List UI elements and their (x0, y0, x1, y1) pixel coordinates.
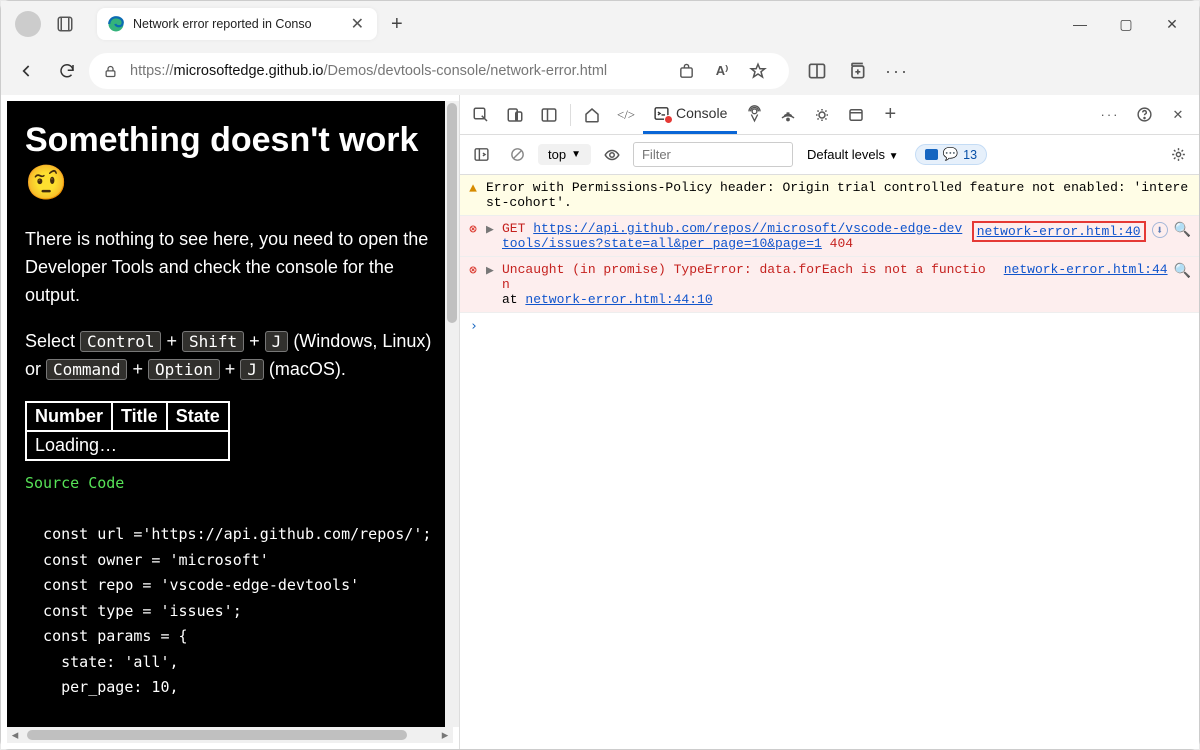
kbd-control: Control (80, 331, 161, 352)
window-minimize-button[interactable]: — (1057, 4, 1103, 44)
dock-icon[interactable] (532, 98, 566, 132)
log-levels-selector[interactable]: Default levels ▼ (807, 147, 899, 162)
expand-icon[interactable]: ▶ (486, 262, 496, 278)
tab-title: Network error reported in Conso (133, 17, 348, 31)
welcome-tab-icon[interactable] (575, 98, 609, 132)
console-prompt[interactable]: › (460, 313, 1199, 340)
search-icon[interactable]: 🔍 (1174, 263, 1191, 280)
lock-icon[interactable] (103, 64, 118, 79)
page-scrollbar-vertical[interactable] (445, 101, 459, 727)
toggle-sidebar-icon[interactable] (466, 140, 496, 170)
collections-icon[interactable] (839, 53, 875, 89)
console-toolbar: top▼ Default levels ▼ 💬13 (460, 135, 1199, 175)
tab-close-icon[interactable]: ✕ (348, 14, 367, 34)
back-button[interactable] (9, 53, 45, 89)
application-tab-icon[interactable] (839, 98, 873, 132)
add-tab-icon[interactable]: + (873, 98, 907, 132)
profile-avatar[interactable] (15, 11, 41, 37)
read-aloud-icon[interactable]: A⁾ (705, 54, 739, 88)
devtools-tabbar: </> Console + ··· ✕ (460, 95, 1199, 135)
window-titlebar: Network error reported in Conso ✕ + — ▢ … (1, 1, 1199, 47)
devtools-more-icon[interactable]: ··· (1093, 98, 1127, 132)
warning-icon: ▲ (466, 180, 480, 196)
shopping-icon[interactable] (669, 54, 703, 88)
error-icon: ⊗ (466, 262, 480, 278)
issue-badge-icon[interactable]: ⬇ (1152, 222, 1168, 238)
kbd-j: J (265, 331, 289, 352)
console-error-row[interactable]: ⊗ ▶ GET https://api.github.com/repos//mi… (460, 216, 1199, 257)
issues-table: NumberTitleState Loading… (25, 401, 230, 461)
page-heading: Something doesn't work 🤨 (25, 119, 435, 204)
search-icon[interactable]: 🔍 (1174, 222, 1191, 239)
console-error-row[interactable]: ⊗ ▶ Uncaught (in promise) TypeError: dat… (460, 257, 1199, 313)
edge-favicon-icon (107, 15, 125, 33)
keyboard-hint: Select Control + Shift + J (Windows, Lin… (25, 328, 435, 384)
loading-cell: Loading… (26, 431, 229, 460)
page-viewport: Something doesn't work 🤨 There is nothin… (1, 95, 459, 749)
devtools-help-icon[interactable] (1127, 98, 1161, 132)
source-link-highlighted[interactable]: network-error.html:40 (972, 221, 1146, 242)
console-warning-row[interactable]: ▲ Error with Permissions-Policy header: … (460, 175, 1199, 216)
window-maximize-button[interactable]: ▢ (1103, 4, 1149, 44)
stack-link[interactable]: network-error.html:44:10 (525, 292, 712, 307)
kbd-command: Command (46, 359, 127, 380)
inspect-icon[interactable] (464, 98, 498, 132)
device-toggle-icon[interactable] (498, 98, 532, 132)
split-screen-icon[interactable] (799, 53, 835, 89)
issues-pill[interactable]: 💬13 (915, 144, 987, 165)
kbd-shift: Shift (182, 331, 244, 352)
filter-input[interactable] (633, 142, 793, 167)
source-code-block: Source Code const url ='https://api.gith… (25, 471, 435, 701)
page-intro: There is nothing to see here, you need t… (25, 226, 435, 310)
sources-tab-icon[interactable] (737, 98, 771, 132)
performance-tab-icon[interactable] (805, 98, 839, 132)
favorite-icon[interactable] (741, 54, 775, 88)
tab-actions-icon[interactable] (51, 10, 79, 38)
live-expression-icon[interactable] (597, 140, 627, 170)
devtools-close-icon[interactable]: ✕ (1161, 98, 1195, 132)
toolbar: https://microsoftedge.github.io/Demos/de… (1, 47, 1199, 95)
kbd-option: Option (148, 359, 220, 380)
url-text: https://microsoftedge.github.io/Demos/de… (130, 63, 607, 79)
network-tab-icon[interactable] (771, 98, 805, 132)
clear-console-icon[interactable] (502, 140, 532, 170)
browser-tab[interactable]: Network error reported in Conso ✕ (97, 8, 377, 40)
refresh-button[interactable] (49, 53, 85, 89)
devtools-panel: </> Console + ··· ✕ top▼ (459, 95, 1199, 749)
kbd-j2: J (240, 359, 264, 380)
new-tab-button[interactable]: + (391, 13, 403, 36)
error-url-link[interactable]: https://api.github.com/repos//microsoft/… (502, 221, 962, 251)
more-menu-icon[interactable]: ··· (879, 53, 915, 89)
context-selector[interactable]: top▼ (538, 144, 591, 165)
console-settings-icon[interactable] (1163, 140, 1193, 170)
console-icon (653, 105, 670, 122)
expand-icon[interactable]: ▶ (486, 221, 496, 237)
page-scrollbar-horizontal[interactable]: ◂▸ (7, 727, 453, 743)
console-tab[interactable]: Console (643, 96, 737, 134)
elements-tab-icon[interactable]: </> (609, 98, 643, 132)
address-bar[interactable]: https://microsoftedge.github.io/Demos/de… (89, 53, 789, 89)
console-messages[interactable]: ▲ Error with Permissions-Policy header: … (460, 175, 1199, 749)
source-link[interactable]: network-error.html:44 (1004, 262, 1168, 277)
window-close-button[interactable]: ✕ (1149, 4, 1195, 44)
error-icon: ⊗ (466, 221, 480, 237)
